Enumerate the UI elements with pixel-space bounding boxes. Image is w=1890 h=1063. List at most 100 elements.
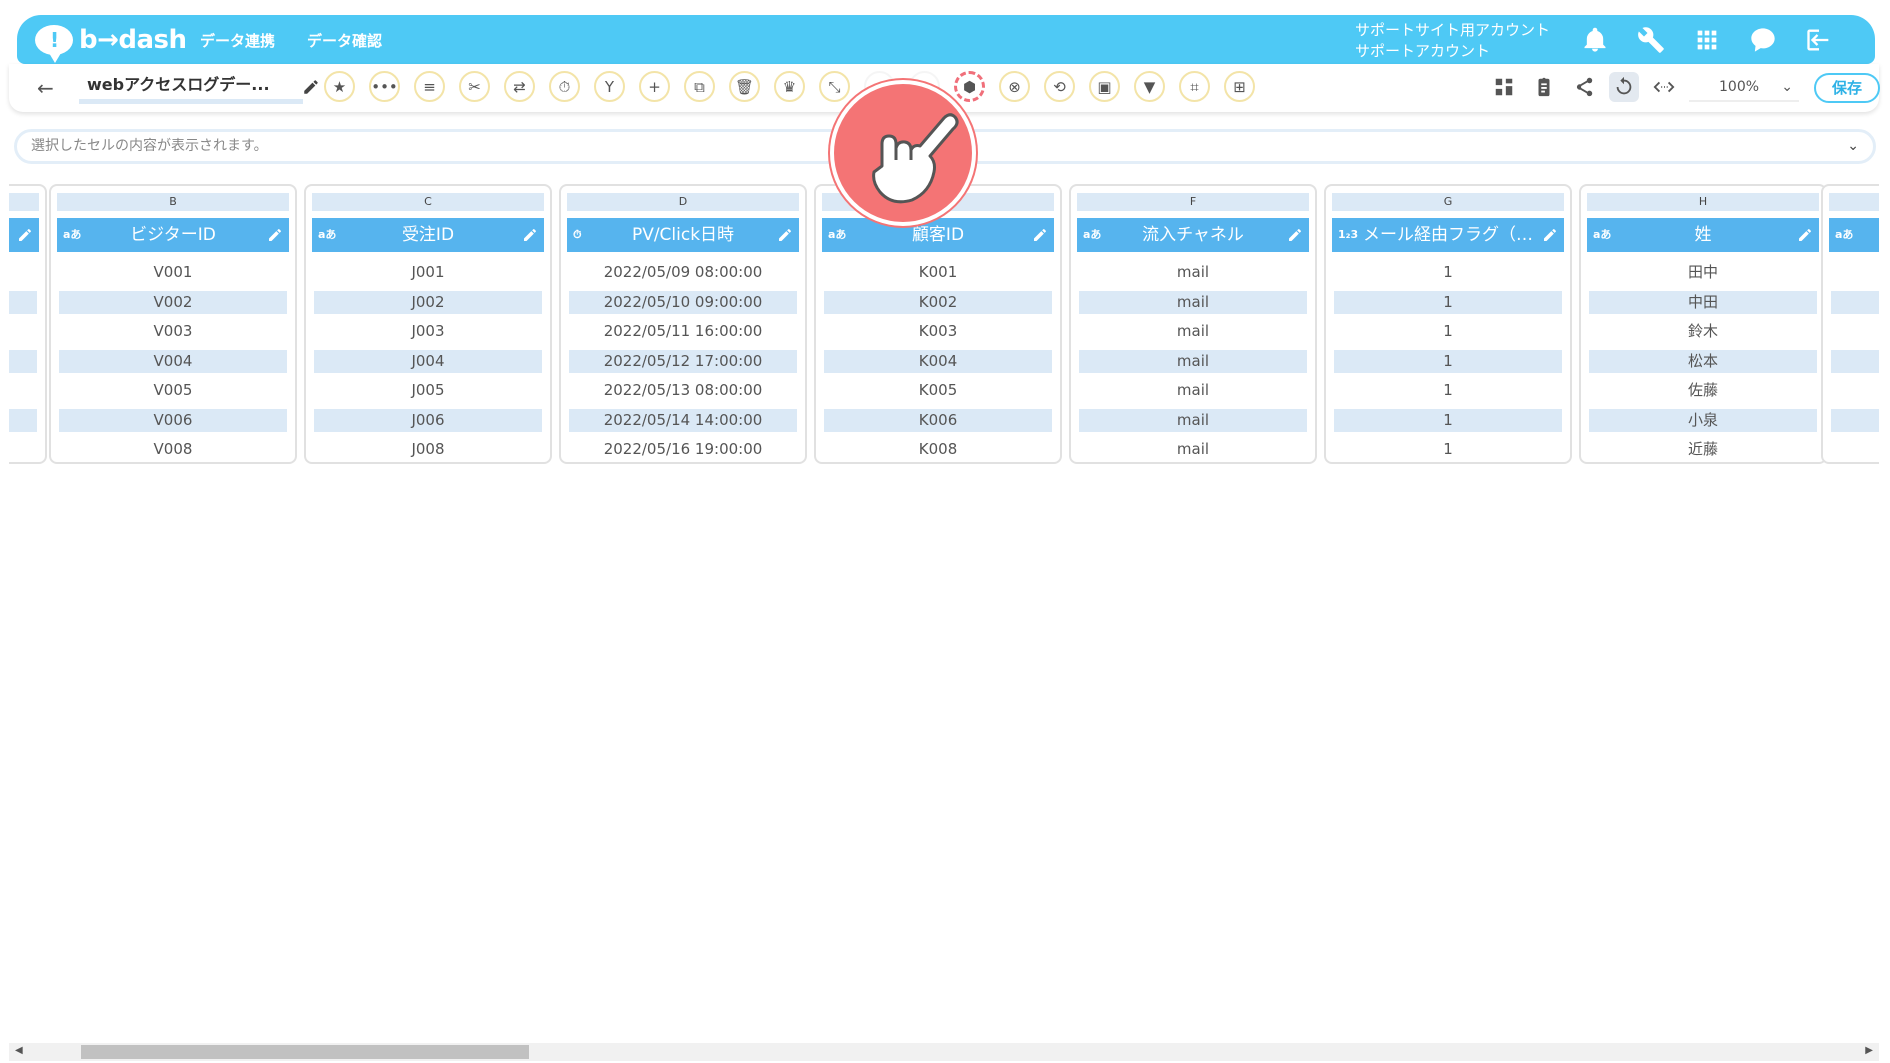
refresh-icon[interactable]: ⟲	[1044, 71, 1075, 102]
swap-arrows-icon[interactable]: ⇄	[504, 71, 535, 102]
table-cell[interactable]: 佐藤	[1581, 376, 1825, 406]
flow-diagram-icon[interactable]	[1489, 72, 1519, 102]
table-cell[interactable]: 1	[1326, 288, 1570, 318]
cancel-x-icon[interactable]: ⊗	[999, 71, 1030, 102]
scroll-left-arrow-icon[interactable]: ◀	[15, 1045, 23, 1056]
table-cell[interactable]: V004	[51, 347, 295, 377]
apps-grid-icon[interactable]	[1689, 23, 1725, 57]
scissors-icon[interactable]: ✂	[459, 71, 490, 102]
table-cell[interactable]: J004	[306, 347, 550, 377]
table-cell[interactable]: 田中	[1581, 258, 1825, 288]
table-cell[interactable]: J001	[306, 258, 550, 288]
column-header[interactable]: ⏱ PV/Click日時	[567, 218, 799, 252]
save-button[interactable]: 保存	[1814, 73, 1880, 103]
table-cell[interactable]: J003	[306, 317, 550, 347]
table-cell[interactable]: 2022/05/14 14:00:00	[561, 406, 805, 436]
pencil-icon[interactable]	[302, 78, 320, 96]
column-letter[interactable]: G	[1332, 193, 1564, 211]
expand-icon[interactable]: ⤡	[819, 71, 850, 102]
table-cell[interactable]: 2022/05/13 08:00:00	[561, 376, 805, 406]
column-letter[interactable]: C	[312, 193, 544, 211]
timer-icon[interactable]: ⏱	[549, 71, 580, 102]
filter-icon[interactable]: ▼	[1134, 71, 1165, 102]
merge-icon[interactable]: Y	[594, 71, 625, 102]
wrench-icon[interactable]	[1633, 23, 1669, 57]
more-dots-icon[interactable]: •••	[369, 71, 400, 102]
favorite-star-icon[interactable]: ★	[324, 71, 355, 102]
column-header[interactable]: aあ 顧客ID	[822, 218, 1054, 252]
column-letter[interactable]: H	[1587, 193, 1819, 211]
hash-grid-icon[interactable]: ⌗	[1179, 71, 1210, 102]
column-letter[interactable]: D	[567, 193, 799, 211]
table-cell[interactable]: 2022/05/09 08:00:00	[561, 258, 805, 288]
pencil-icon[interactable]	[17, 227, 33, 243]
table-cell[interactable]: 2022/05/10 09:00:00	[561, 288, 805, 318]
back-arrow-icon[interactable]: ←	[37, 76, 54, 100]
chevron-down-icon[interactable]: ⌄	[1847, 132, 1859, 161]
scroll-right-arrow-icon[interactable]: ▶	[1865, 1045, 1873, 1056]
copy-icon[interactable]: ⧉	[684, 71, 715, 102]
column-header[interactable]: aあ 姓	[1587, 218, 1819, 252]
pencil-icon[interactable]	[522, 227, 538, 243]
zoom-select[interactable]: 100% ⌄	[1689, 74, 1799, 102]
table-cell[interactable]: 鈴木	[1581, 317, 1825, 347]
horizontal-scrollbar[interactable]: ◀ ▶	[9, 1043, 1879, 1061]
table-cell[interactable]: 1	[1326, 406, 1570, 436]
table-cell[interactable]: 1	[1326, 347, 1570, 377]
logout-icon[interactable]	[1801, 23, 1837, 57]
pencil-icon[interactable]	[777, 227, 793, 243]
table-cell[interactable]: mail	[1071, 258, 1315, 288]
support-chat-icon[interactable]	[1745, 23, 1781, 57]
history-icon[interactable]	[1609, 72, 1639, 102]
table-cell[interactable]: 1	[1326, 258, 1570, 288]
table-cell[interactable]: V008	[51, 435, 295, 464]
table-cell[interactable]: 2022/05/16 19:00:00	[561, 435, 805, 464]
pencil-icon[interactable]	[267, 227, 283, 243]
table-cell[interactable]: K002	[816, 288, 1060, 318]
table-cell[interactable]: J002	[306, 288, 550, 318]
table-cell[interactable]: K008	[816, 435, 1060, 464]
document-title[interactable]: webアクセスログデー...	[79, 74, 303, 104]
trash-icon[interactable]: 🗑	[729, 71, 760, 102]
column-header[interactable]: 1₂3 メール経由フラグ（…	[1332, 218, 1564, 252]
table-cell[interactable]: mail	[1071, 406, 1315, 436]
table-cell[interactable]: 2022/05/12 17:00:00	[561, 347, 805, 377]
table-cell[interactable]: 中田	[1581, 288, 1825, 318]
column-letter[interactable]: B	[57, 193, 289, 211]
text-lines-icon[interactable]: ≡	[414, 71, 445, 102]
table-cell[interactable]: 1	[1326, 435, 1570, 464]
table-cell[interactable]: mail	[1071, 317, 1315, 347]
table-cell[interactable]: V005	[51, 376, 295, 406]
nav-data-link[interactable]: データ連携	[200, 30, 275, 51]
table-cell[interactable]: 1	[1326, 376, 1570, 406]
nav-data-check[interactable]: データ確認	[307, 30, 382, 51]
table-cell[interactable]: J008	[306, 435, 550, 464]
table-cell[interactable]: 松本	[1581, 347, 1825, 377]
pencil-icon[interactable]	[1032, 227, 1048, 243]
table-cell[interactable]: 近藤	[1581, 435, 1825, 464]
table-cell[interactable]: K005	[816, 376, 1060, 406]
pencil-icon[interactable]	[1542, 227, 1558, 243]
bell-icon[interactable]	[1577, 23, 1613, 57]
table-cell[interactable]: J006	[306, 406, 550, 436]
account-info[interactable]: サポートサイト用アカウント サポートアカウント	[1355, 20, 1550, 62]
column-header[interactable]: aあ 受注ID	[312, 218, 544, 252]
table-cell[interactable]: mail	[1071, 376, 1315, 406]
table-cell[interactable]: V001	[51, 258, 295, 288]
table-cell[interactable]: K003	[816, 317, 1060, 347]
table-cell[interactable]: mail	[1071, 435, 1315, 464]
table-cell[interactable]: V002	[51, 288, 295, 318]
logo[interactable]: ! b→dash	[35, 23, 187, 63]
table-cell[interactable]: K006	[816, 406, 1060, 436]
column-header[interactable]: aあ ビジターID	[57, 218, 289, 252]
table-cell[interactable]: 2022/05/11 16:00:00	[561, 317, 805, 347]
table-cell[interactable]: 小泉	[1581, 406, 1825, 436]
table-cell[interactable]: K004	[816, 347, 1060, 377]
code-icon[interactable]	[1649, 72, 1679, 102]
table-cell[interactable]: V006	[51, 406, 295, 436]
add-plus-icon[interactable]: +	[639, 71, 670, 102]
pencil-icon[interactable]	[1797, 227, 1813, 243]
column-header[interactable]: aあ 流入チャネル	[1077, 218, 1309, 252]
column-letter[interactable]: F	[1077, 193, 1309, 211]
table-cell[interactable]: 1	[1326, 317, 1570, 347]
